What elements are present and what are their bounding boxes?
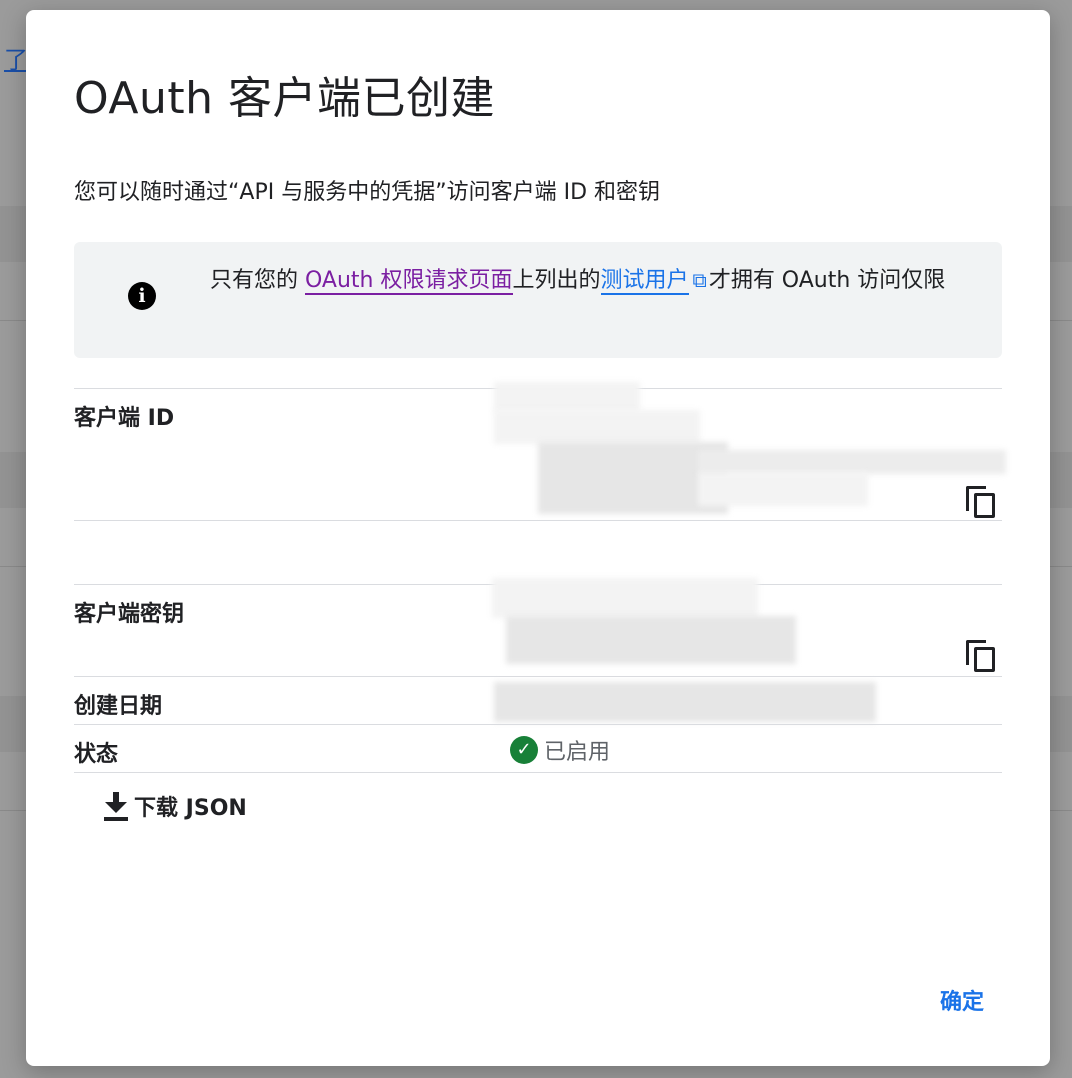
test-users-link[interactable]: 测试用户 xyxy=(600,268,689,295)
copy-client-secret-icon[interactable] xyxy=(966,640,996,674)
divider xyxy=(74,724,1002,725)
info-text-after: 才拥有 OAuth 访问仅限 xyxy=(708,268,946,293)
creation-date-label: 创建日期 xyxy=(74,694,163,719)
check-circle-icon: ✓ xyxy=(510,736,538,764)
download-icon xyxy=(102,790,130,822)
status-indicator: ✓ 已启用 xyxy=(510,734,610,766)
info-banner: i 只有您的 OAuth 权限请求页面上列出的测试用户 ⧉才拥有 OAuth 访问… xyxy=(74,242,1002,358)
dialog-description: 您可以随时通过“API 与服务中的凭据”访问客户端 ID 和密钥 xyxy=(74,180,661,205)
download-json-label: 下载 JSON xyxy=(134,796,247,821)
info-text-middle: 上列出的 xyxy=(512,268,601,293)
info-banner-text: 只有您的 OAuth 权限请求页面上列出的测试用户 ⧉才拥有 OAuth 访问仅限 xyxy=(210,260,970,301)
divider xyxy=(74,520,1002,521)
divider xyxy=(74,676,1002,677)
open-in-new-icon: ⧉ xyxy=(692,268,707,292)
download-json-button[interactable]: 下载 JSON xyxy=(102,790,247,822)
dialog-title: OAuth 客户端已创建 xyxy=(74,73,495,124)
copy-client-id-icon[interactable] xyxy=(966,486,996,520)
divider xyxy=(74,772,1002,773)
background-link: 了 xyxy=(4,46,28,74)
info-icon: i xyxy=(128,282,156,310)
oauth-client-created-dialog: OAuth 客户端已创建 您可以随时通过“API 与服务中的凭据”访问客户端 I… xyxy=(26,10,1050,1066)
consent-screen-link[interactable]: OAuth 权限请求页面 xyxy=(305,268,513,295)
client-secret-label: 客户端密钥 xyxy=(74,602,185,627)
client-id-label: 客户端 ID xyxy=(74,406,175,431)
info-text-before: 只有您的 xyxy=(210,268,305,293)
ok-button[interactable]: 确定 xyxy=(932,980,992,1020)
status-label: 状态 xyxy=(74,742,119,767)
status-value: 已启用 xyxy=(544,740,611,765)
